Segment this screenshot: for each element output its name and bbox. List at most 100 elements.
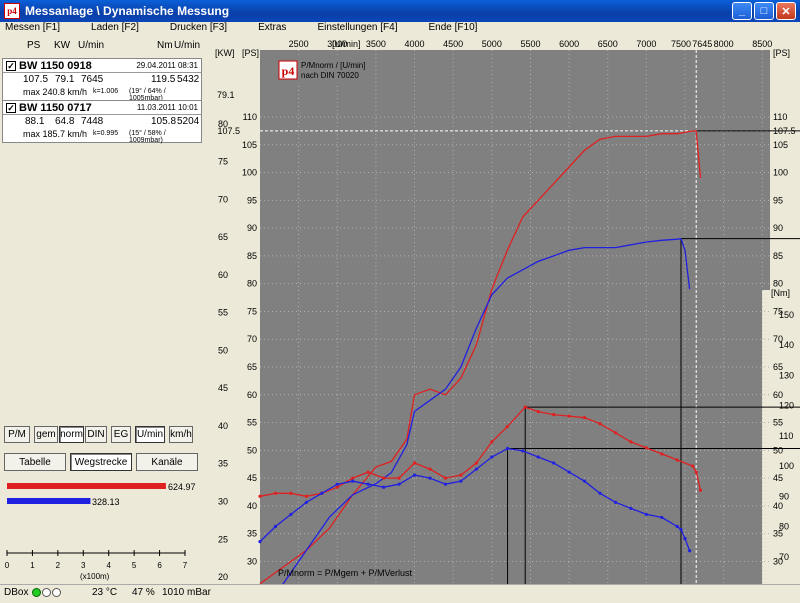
torque-point <box>412 461 417 465</box>
ps-tick-label-left: 75 <box>247 306 257 316</box>
distance-tick-label: 2 <box>56 561 61 570</box>
title-bar: p4 Messanlage \ Dynamische Messung _ □ ✕ <box>0 0 800 22</box>
car-2-conditions: (15° / 58% / 1009mbar) <box>129 130 166 144</box>
car-1-name: BW 1150 0918 <box>19 60 92 72</box>
torque-point <box>698 488 703 492</box>
maximize-button[interactable]: □ <box>754 2 774 20</box>
nm-tick-label: 80 <box>779 522 789 532</box>
torque-point <box>382 476 386 480</box>
torque-point <box>490 440 494 444</box>
torque-point <box>304 500 308 504</box>
window-title: Messanlage \ Dynamische Messung <box>25 4 230 18</box>
torque-point <box>335 482 339 486</box>
tab-kanaele[interactable]: Kanäle <box>136 453 198 471</box>
distance-tick-label: 3 <box>81 561 86 570</box>
nm-tick-label: 100 <box>779 461 794 471</box>
torque-point <box>675 458 679 462</box>
torque-point <box>683 537 687 541</box>
menu-extras[interactable]: Extras <box>258 22 286 36</box>
torque-point <box>613 431 618 435</box>
torque-point <box>523 405 527 409</box>
torque-point <box>582 479 587 483</box>
distance-value-car-2: 328.13 <box>92 497 120 507</box>
torque-point <box>382 485 386 489</box>
nm-axis-label: [Nm] <box>771 288 790 298</box>
menu-messen[interactable]: Messen [F1] <box>5 22 60 36</box>
kw-tick-label: 40 <box>218 421 228 431</box>
p4-logo-text: p4 <box>282 64 295 78</box>
din-button[interactable]: DIN <box>85 426 107 443</box>
umin-button[interactable]: U/min <box>135 426 165 443</box>
torque-point <box>694 470 698 474</box>
nm-tick-label: 140 <box>779 340 794 350</box>
distance-tick-label: 0 <box>5 561 10 570</box>
menu-einstellungen[interactable]: Einstellungen [F4] <box>317 22 397 36</box>
tab-wegstrecke[interactable]: Wegstrecke <box>70 453 132 471</box>
ps-tick-label-left: 65 <box>247 362 257 372</box>
torque-point <box>459 479 463 483</box>
torque-point <box>629 440 633 444</box>
menu-laden[interactable]: Laden [F2] <box>91 22 139 36</box>
kw-tick-label: 70 <box>218 194 228 204</box>
ps-tick-label-right: 50 <box>773 445 783 455</box>
kw-max-marker: 79.1 <box>217 90 235 100</box>
status-humidity: 47 % <box>132 587 155 598</box>
menu-bar: Messen [F1] Laden [F2] Drucken [F3] Extr… <box>0 22 800 36</box>
ps-tick-label-left: 55 <box>247 418 257 428</box>
kmh-button[interactable]: km/h <box>169 426 193 443</box>
torque-point <box>366 482 370 486</box>
car-1-k: k=1.006 <box>93 88 119 95</box>
car-entry-1[interactable]: ✓ BW 1150 0918 29.04.2011 08:31 107.5 79… <box>2 58 202 102</box>
car-1-rpm: 7645 <box>81 74 104 85</box>
x-tick-label-top: 2500 <box>289 39 309 49</box>
torque-point <box>679 527 683 532</box>
torque-point <box>459 473 463 477</box>
close-button[interactable]: ✕ <box>776 2 796 20</box>
ps-tick-label-left: 35 <box>247 529 257 539</box>
car-1-nm-rpm: 5432 <box>177 74 200 85</box>
dbox-status-led-2 <box>42 588 51 597</box>
menu-ende[interactable]: Ende [F10] <box>429 22 478 36</box>
eg-button[interactable]: EG <box>111 426 131 443</box>
kw-tick-label: 25 <box>218 534 228 544</box>
torque-point <box>335 485 339 489</box>
chart-footnote: P/Mnorm = P/Mgem + P/MVerlust <box>278 568 413 578</box>
x-tick-label-top: 7000 <box>636 39 656 49</box>
torque-point <box>598 491 602 495</box>
car-1-date: 29.04.2011 08:31 <box>136 61 198 70</box>
nm-tick-label: 150 <box>779 310 794 320</box>
ps-tick-label-left: 80 <box>247 279 257 289</box>
chart-legend-subtitle: nach DIN 70020 <box>301 71 359 80</box>
ps-tick-label-left: 40 <box>247 501 257 511</box>
pm-button[interactable]: P/M <box>4 426 30 443</box>
ps-tick-label-right: 110 <box>773 112 787 122</box>
distance-bar-car-2 <box>7 498 91 504</box>
torque-point <box>443 482 448 486</box>
header-umin-2: U/min <box>174 40 201 51</box>
kw-axis-label: [KW] <box>215 48 235 58</box>
car-2-checkbox[interactable]: ✓ <box>6 103 16 113</box>
menu-drucken[interactable]: Drucken [F3] <box>170 22 227 36</box>
torque-point <box>675 524 679 529</box>
car-entry-2[interactable]: ✓ BW 1150 0717 11.03.2011 10:01 88.1 64.… <box>2 100 202 144</box>
kw-tick-label: 45 <box>218 383 228 393</box>
ps-tick-label-right: 90 <box>773 223 783 233</box>
gem-button[interactable]: gem <box>34 426 58 443</box>
distance-tick-label: 4 <box>106 561 111 570</box>
torque-point <box>258 540 262 544</box>
minimize-button[interactable]: _ <box>732 2 752 20</box>
car-1-checkbox[interactable]: ✓ <box>6 61 16 71</box>
kw-tick-label: 60 <box>218 270 228 280</box>
torque-point <box>351 476 355 480</box>
x-tick-label-top: 3500 <box>366 39 386 49</box>
torque-point <box>552 413 556 417</box>
view-tabs: Tabelle Wegstrecke Kanäle <box>4 453 202 471</box>
torque-point <box>428 467 432 471</box>
x-tick-label-top: 6000 <box>559 39 579 49</box>
tab-tabelle[interactable]: Tabelle <box>4 453 66 471</box>
norm-button[interactable]: norm <box>59 426 84 443</box>
torque-point <box>629 506 633 510</box>
x-tick-label-top: 5000 <box>482 39 502 49</box>
distance-bars-panel: 624.97 328.13 0 1 2 3 4 5 6 7 (x100m) <box>0 476 205 586</box>
torque-point <box>366 470 370 474</box>
